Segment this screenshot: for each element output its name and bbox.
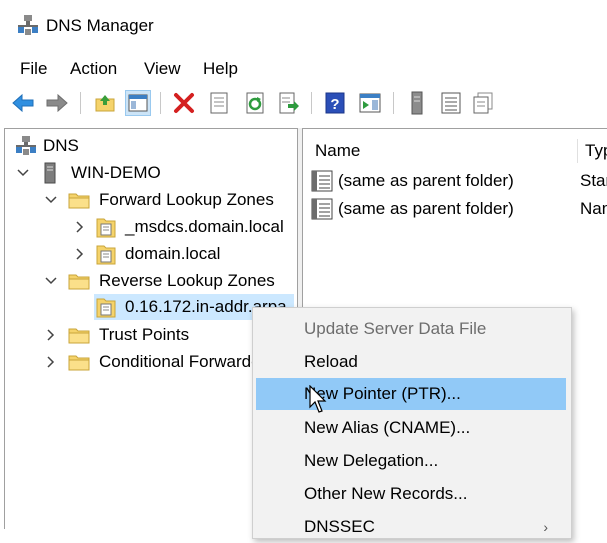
toolbar-separator bbox=[311, 92, 312, 114]
chevron-down-icon[interactable] bbox=[16, 166, 30, 180]
tree-item-label: domain.local bbox=[125, 244, 221, 263]
list-item[interactable]: (same as parent folder) Name Server (NS) bbox=[311, 196, 607, 222]
chevron-down-icon[interactable] bbox=[44, 274, 58, 288]
forward-icon[interactable] bbox=[44, 90, 70, 116]
chevron-right-icon[interactable] bbox=[44, 328, 58, 342]
menu-item-other-new-records[interactable]: Other New Records... bbox=[256, 478, 566, 510]
folder-icon bbox=[68, 328, 90, 344]
up-folder-icon[interactable] bbox=[92, 90, 118, 116]
toolbar-separator bbox=[160, 92, 161, 114]
refresh-icon[interactable] bbox=[242, 90, 268, 116]
menu-item-new-delegation[interactable]: New Delegation... bbox=[256, 445, 566, 477]
list-item[interactable]: (same as parent folder) Start of Authori… bbox=[311, 168, 607, 194]
svg-text:?: ? bbox=[330, 96, 339, 113]
toolbar-separator bbox=[80, 92, 81, 114]
zone-icon bbox=[96, 245, 116, 265]
list-item-type: Name Server (NS) bbox=[580, 199, 607, 218]
toolbar: ? bbox=[0, 86, 607, 120]
server-icon[interactable] bbox=[404, 90, 430, 116]
column-header-name[interactable]: Name bbox=[315, 141, 360, 161]
dns-root-icon bbox=[16, 136, 36, 155]
export-list-icon[interactable] bbox=[276, 90, 302, 116]
tree-item-server[interactable]: WIN-DEMO bbox=[44, 160, 161, 186]
tree-item-label: Reverse Lookup Zones bbox=[99, 271, 275, 290]
delete-icon[interactable] bbox=[171, 90, 197, 116]
tree-item-label: Forward Lookup Zones bbox=[99, 190, 274, 209]
context-menu: Update Server Data File Reload New Point… bbox=[252, 307, 572, 539]
tree-item-label: Conditional Forwarders bbox=[99, 352, 275, 371]
tree-item-forward-lookup-zones[interactable]: Forward Lookup Zones bbox=[68, 187, 274, 213]
menu-item-reload[interactable]: Reload bbox=[256, 346, 566, 378]
title-bar: DNS Manager bbox=[0, 0, 607, 52]
menu-item-dnssec[interactable]: DNSSEC › bbox=[256, 511, 566, 543]
server-icon bbox=[44, 162, 56, 184]
tree-item-reverse-lookup-zones[interactable]: Reverse Lookup Zones bbox=[68, 268, 275, 294]
toolbar-separator bbox=[393, 92, 394, 114]
chevron-right-icon[interactable] bbox=[73, 220, 87, 234]
column-header-type[interactable]: Type bbox=[585, 141, 607, 161]
record-icon bbox=[311, 170, 333, 192]
menu-action[interactable]: Action bbox=[68, 59, 119, 79]
mouse-cursor-icon bbox=[309, 385, 327, 413]
tree-item-label: DNS bbox=[43, 136, 79, 155]
menu-item-new-alias[interactable]: New Alias (CNAME)... bbox=[256, 412, 566, 444]
list-view-icon[interactable] bbox=[438, 90, 464, 116]
back-icon[interactable] bbox=[10, 90, 36, 116]
tree-item-label: WIN-DEMO bbox=[71, 163, 161, 182]
tree-item-msdcs-zone[interactable]: _msdcs.domain.local bbox=[96, 214, 284, 240]
list-item-name: (same as parent folder) bbox=[338, 171, 514, 190]
tree-item-dns[interactable]: DNS bbox=[16, 133, 79, 159]
chevron-right-icon[interactable] bbox=[73, 247, 87, 261]
help-icon[interactable]: ? bbox=[322, 90, 348, 116]
chevron-right-icon[interactable] bbox=[44, 355, 58, 369]
column-divider[interactable] bbox=[577, 139, 578, 163]
menu-item-new-pointer[interactable]: New Pointer (PTR)... bbox=[256, 378, 566, 410]
zone-icon bbox=[96, 298, 116, 318]
dns-manager-icon bbox=[18, 15, 38, 35]
folder-icon bbox=[68, 274, 90, 290]
tree-item-label: _msdcs.domain.local bbox=[125, 217, 284, 236]
list-item-type: Start of Authority (SOA) bbox=[580, 171, 607, 190]
tree-item-domain-local-zone[interactable]: domain.local bbox=[96, 241, 220, 267]
properties-icon[interactable] bbox=[206, 90, 232, 116]
menu-view[interactable]: View bbox=[142, 59, 183, 79]
submenu-arrow-icon: › bbox=[543, 519, 548, 535]
zone-icon bbox=[96, 218, 116, 238]
menu-item-update-server-data-file[interactable]: Update Server Data File bbox=[256, 313, 566, 345]
menu-bar: File Action View Help bbox=[0, 52, 607, 84]
tree-item-trust-points[interactable]: Trust Points bbox=[68, 322, 189, 348]
list-item-name: (same as parent folder) bbox=[338, 199, 514, 218]
tree-item-conditional-forwarders[interactable]: Conditional Forwarders bbox=[68, 349, 275, 375]
folder-icon bbox=[68, 193, 90, 209]
folder-icon bbox=[68, 355, 90, 371]
menu-file[interactable]: File bbox=[18, 59, 49, 79]
record-icon[interactable] bbox=[470, 90, 496, 116]
menu-help[interactable]: Help bbox=[201, 59, 240, 79]
show-hide-console-tree-icon[interactable] bbox=[125, 90, 151, 116]
action-pane-icon[interactable] bbox=[357, 90, 383, 116]
tree-item-label: Trust Points bbox=[99, 325, 190, 344]
chevron-down-icon[interactable] bbox=[44, 193, 58, 207]
window-title: DNS Manager bbox=[46, 16, 154, 35]
menu-item-label: DNSSEC bbox=[304, 517, 375, 536]
record-icon bbox=[311, 198, 333, 220]
